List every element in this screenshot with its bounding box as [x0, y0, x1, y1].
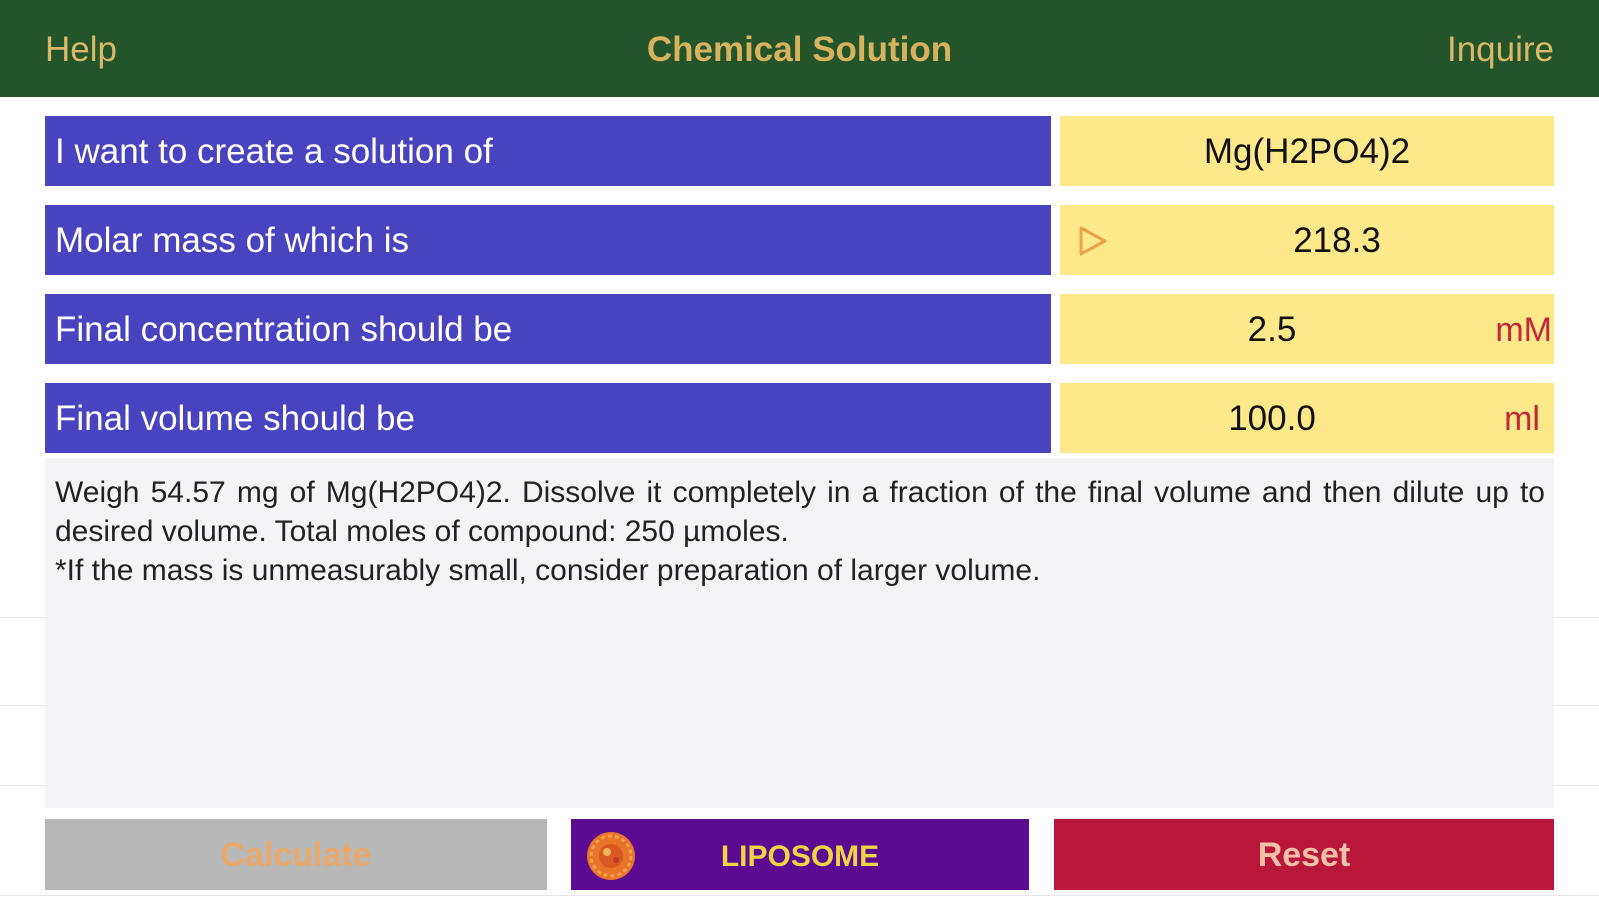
volume-unit: ml [1504, 400, 1540, 438]
play-triangle-icon[interactable] [1078, 225, 1108, 257]
concentration-field[interactable]: 2.5 mM [1060, 294, 1554, 364]
calculate-button[interactable]: Calculate [45, 819, 547, 890]
page-title: Chemical Solution [646, 30, 953, 69]
background-separator [0, 895, 1599, 896]
liposome-sphere-icon [587, 832, 635, 880]
concentration-unit: mM [1495, 311, 1552, 349]
compound-field[interactable]: Mg(H2PO4)2 [1060, 116, 1554, 186]
liposome-button[interactable]: LIPOSOME [571, 819, 1029, 890]
molar-mass-label: Molar mass of which is [45, 205, 1051, 275]
volume-field[interactable]: 100.0 ml [1060, 383, 1554, 453]
navigation-bar: Chemical Solution Help Inquire [0, 0, 1599, 97]
volume-label: Final volume should be [45, 383, 1051, 453]
result-panel: Weigh 54.57 mg of Mg(H2PO4)2. Dissolve i… [45, 458, 1554, 808]
molar-mass-value: 218.3 [1293, 221, 1381, 260]
concentration-label: Final concentration should be [45, 294, 1051, 364]
reset-button[interactable]: Reset [1054, 819, 1554, 890]
liposome-label: LIPOSOME [720, 840, 880, 873]
inquire-button[interactable]: Inquire [1447, 0, 1554, 97]
molar-mass-field[interactable]: 218.3 [1060, 205, 1554, 275]
result-note: *If the mass is unmeasurably small, cons… [55, 554, 1041, 587]
volume-value: 100.0 [1228, 399, 1316, 438]
compound-label: I want to create a solution of [45, 116, 1051, 186]
result-instructions: Weigh 54.57 mg of Mg(H2PO4)2. Dissolve i… [55, 476, 1545, 548]
help-button[interactable]: Help [45, 0, 117, 97]
concentration-value: 2.5 [1247, 310, 1297, 349]
result-text: Weigh 54.57 mg of Mg(H2PO4)2. Dissolve i… [55, 473, 1545, 590]
compound-value: Mg(H2PO4)2 [1203, 132, 1411, 171]
